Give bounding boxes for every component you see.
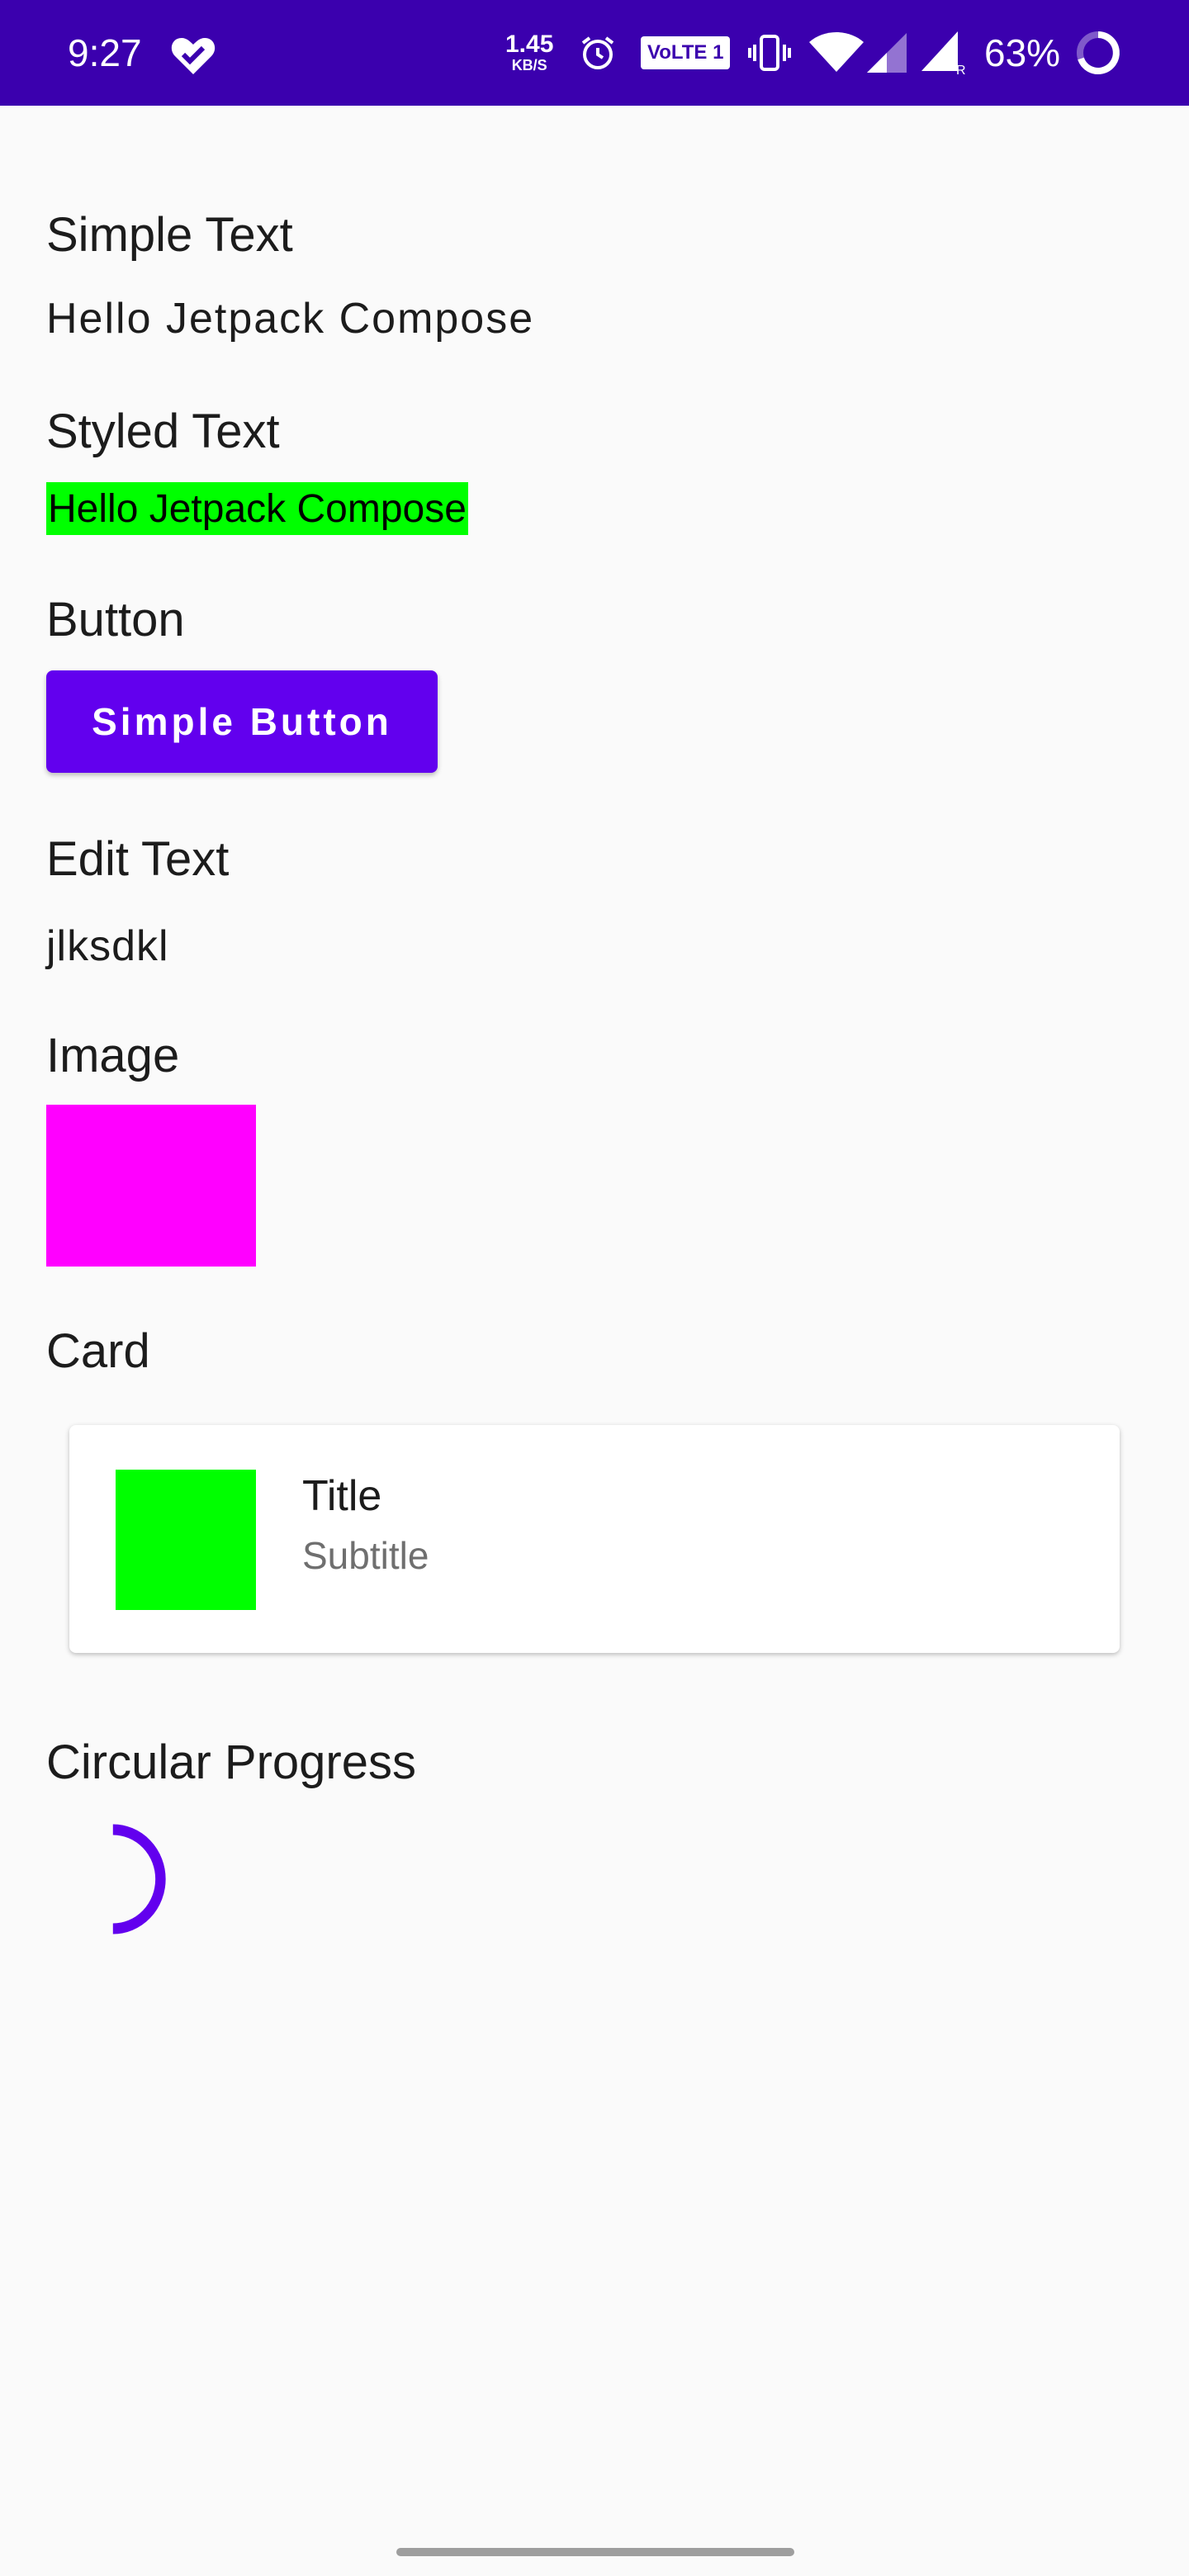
card-title: Title xyxy=(302,1472,382,1520)
image-section-label: Image xyxy=(46,1029,180,1082)
button-section-label: Button xyxy=(46,593,185,646)
image-placeholder xyxy=(46,1105,256,1267)
heart-check-icon xyxy=(171,38,216,74)
card[interactable]: Title Subtitle xyxy=(69,1425,1120,1653)
signal-icon xyxy=(867,0,907,106)
edit-text-label: Edit Text xyxy=(46,832,230,886)
network-speed-unit: KB/S xyxy=(511,57,547,73)
wifi-icon xyxy=(809,0,864,106)
circular-progress-label: Circular Progress xyxy=(46,1735,416,1789)
svg-text:R: R xyxy=(956,64,966,74)
status-bar: 9:27 1.45 KB/S VoLTE 1 R 63% xyxy=(0,0,1189,106)
home-indicator[interactable] xyxy=(396,2548,794,2556)
circular-progress-spinner-icon xyxy=(112,1824,166,1934)
signal-roaming-icon: R xyxy=(921,0,968,106)
volte-icon: VoLTE 1 xyxy=(641,0,731,106)
simple-text-label: Simple Text xyxy=(46,208,293,262)
card-subtitle: Subtitle xyxy=(302,1534,429,1577)
styled-text-label: Styled Text xyxy=(46,405,280,458)
network-speed-value: 1.45 xyxy=(505,31,554,58)
status-time: 9:27 xyxy=(68,31,142,74)
simple-button[interactable]: Simple Button xyxy=(46,670,438,773)
vibrate-icon xyxy=(748,0,791,106)
battery-ring-icon xyxy=(1075,0,1121,106)
battery-percent: 63% xyxy=(984,31,1061,74)
volte-label: VoLTE 1 xyxy=(641,36,731,69)
styled-text-value: Hello Jetpack Compose xyxy=(46,482,468,535)
alarm-icon xyxy=(578,0,618,106)
card-thumbnail xyxy=(116,1470,256,1610)
edit-text-field[interactable]: jlksdkl xyxy=(46,920,169,973)
simple-text-value: Hello Jetpack Compose xyxy=(46,295,535,343)
network-speed: 1.45 KB/S xyxy=(505,0,553,106)
card-section-label: Card xyxy=(46,1324,150,1378)
